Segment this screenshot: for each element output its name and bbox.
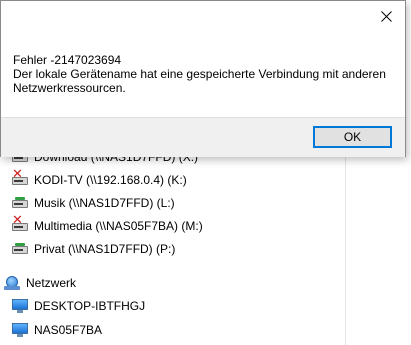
tree-item-nas-computer[interactable]: NAS05F7BA xyxy=(12,318,102,342)
tree-item-network[interactable]: Netzwerk xyxy=(4,271,76,295)
close-icon xyxy=(380,10,392,22)
ok-button[interactable]: OK xyxy=(313,126,392,148)
tree-item-label: Musik (\\NAS1D7FFD) (L:) xyxy=(34,196,175,210)
network-icon xyxy=(4,275,20,291)
tree-item-desktop-computer[interactable]: DESKTOP-IBTFHGJ xyxy=(12,294,145,318)
disconnected-network-drive-icon: ✕ xyxy=(12,168,28,188)
close-button[interactable] xyxy=(372,5,400,27)
error-dialog: Fehler -2147023694 Der lokale Gerätename… xyxy=(0,0,406,157)
tree-item-multimedia-drive[interactable]: ✕ Multimedia (\\NAS05F7BA) (M:) xyxy=(12,214,203,238)
tree-item-privat-drive[interactable]: Privat (\\NAS1D7FFD) (P:) xyxy=(12,237,175,261)
pane-divider xyxy=(345,150,346,345)
error-message-line-2: Netzwerkressourcen. xyxy=(13,81,126,95)
tree-item-label: Multimedia (\\NAS05F7BA) (M:) xyxy=(34,219,203,233)
error-code: Fehler -2147023694 xyxy=(13,53,122,67)
network-drive-icon xyxy=(12,241,28,257)
disconnected-network-drive-icon: ✕ xyxy=(12,214,28,234)
tree-item-label: Netzwerk xyxy=(26,276,77,290)
tree-item-musik-drive[interactable]: Musik (\\NAS1D7FFD) (L:) xyxy=(12,191,175,215)
tree-item-kodi-drive[interactable]: ✕ KODI-TV (\\192.168.0.4) (K:) xyxy=(12,168,187,192)
computer-icon xyxy=(12,298,28,314)
dialog-footer: OK xyxy=(1,117,405,157)
dialog-message: Fehler -2147023694 Der lokale Gerätename… xyxy=(13,53,393,95)
computer-icon xyxy=(12,322,28,338)
network-drive-icon xyxy=(12,195,28,211)
error-message-line-1: Der lokale Gerätename hat eine gespeiche… xyxy=(13,67,386,81)
tree-item-label: DESKTOP-IBTFHGJ xyxy=(34,299,146,313)
tree-item-label: Privat (\\NAS1D7FFD) (P:) xyxy=(34,242,176,256)
tree-item-label: NAS05F7BA xyxy=(34,323,103,337)
tree-item-label: KODI-TV (\\192.168.0.4) (K:) xyxy=(34,173,187,187)
